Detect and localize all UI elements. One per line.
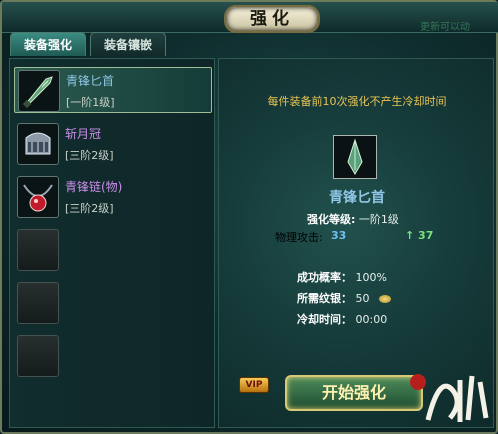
cooldown-notice: 每件装备前10次强化不产生冷却时间 [267, 95, 447, 108]
background-watermark-text: 更新可以动 [420, 22, 470, 33]
helmet-icon [17, 123, 59, 165]
cooldown-label: 冷却时间： [297, 313, 352, 326]
success-rate-row: 成功概率： 100% [297, 269, 387, 285]
enhance-window: 强化 更新可以动 装备强化 装备镶嵌 青锋匕首 [一阶1级] 斩月冠 [三阶2级… [0, 0, 498, 434]
selected-item-dagger-icon [333, 135, 377, 179]
empty-equipment-slot[interactable] [14, 333, 212, 379]
equipment-level: [三阶2级] [65, 202, 114, 215]
enhance-level-row: 强化等级: 一阶1级 [307, 211, 399, 227]
selected-item-name: 青锋匕首 [329, 190, 385, 206]
equipment-level: [三阶2级] [65, 149, 114, 162]
cooldown-row: 冷却时间： 00:00 [297, 311, 387, 327]
silver-coin-icon [379, 295, 391, 303]
enhance-level-value: 一阶1级 [358, 213, 399, 226]
empty-slot-icon [17, 282, 59, 324]
vip-button[interactable]: VIP [239, 377, 269, 393]
window-title: 强化 [250, 9, 294, 29]
empty-slot-icon [17, 229, 59, 271]
success-rate-value: 100% [355, 271, 387, 284]
enhance-level-label: 强化等级: [307, 213, 356, 226]
title-plate: 强化 [224, 5, 320, 33]
equipment-name: 青锋链(物) [65, 180, 123, 194]
empty-slot-icon [17, 335, 59, 377]
empty-equipment-slot[interactable] [14, 227, 212, 273]
equipment-level: [一阶1级] [66, 96, 115, 109]
attack-value: 33 [331, 229, 347, 242]
equipment-slot-necklace[interactable]: 青锋链(物) [三阶2级] [14, 174, 212, 220]
empty-equipment-slot[interactable] [14, 280, 212, 326]
attack-increase: ↑ 37 [405, 229, 434, 242]
silver-cost-row: 所需纹银： 50 [297, 290, 391, 306]
game-logo [402, 362, 496, 430]
necklace-icon [17, 176, 59, 218]
equipment-list-panel: 青锋匕首 [一阶1级] 斩月冠 [三阶2级] 青锋链(物) [三阶2级] [9, 58, 215, 428]
equipment-name: 青锋匕首 [66, 74, 115, 88]
title-bar: 强化 更新可以动 [2, 2, 498, 33]
tab-equipment-inlay[interactable]: 装备镶嵌 [90, 32, 166, 56]
silver-cost-label: 所需纹银： [297, 292, 352, 305]
silver-cost-value: 50 [355, 292, 370, 305]
equipment-slot-dagger[interactable]: 青锋匕首 [一阶1级] [14, 67, 212, 113]
dagger-icon [18, 70, 60, 112]
cooldown-value: 00:00 [355, 313, 388, 326]
tab-equipment-enhance[interactable]: 装备强化 [10, 32, 86, 56]
equipment-name: 斩月冠 [65, 127, 102, 141]
equipment-slot-helmet[interactable]: 斩月冠 [三阶2级] [14, 121, 212, 167]
attack-label: 物理攻击: [275, 231, 323, 244]
success-rate-label: 成功概率： [297, 271, 352, 284]
